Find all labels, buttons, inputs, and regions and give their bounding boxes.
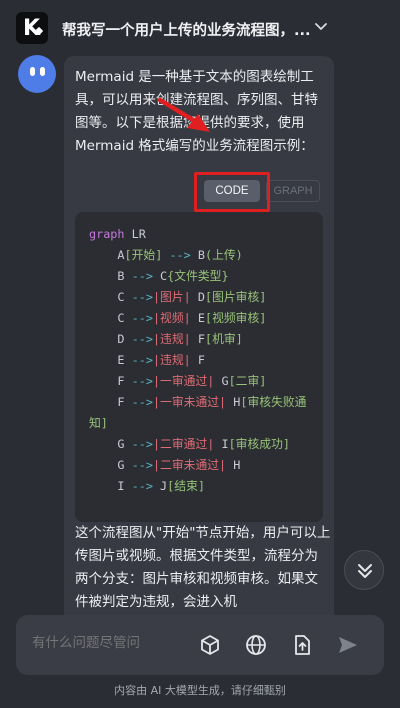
cube-icon[interactable] xyxy=(198,633,222,657)
code-line: F -->|一审通过| G[二审] xyxy=(89,374,267,388)
top-bar: K 帮我写一个用户上传的业务流程图，... xyxy=(0,0,400,56)
code-line: E -->|违规| F xyxy=(89,353,205,367)
code-line: I --> J[结束] xyxy=(89,479,205,493)
code-line: G -->|二审通过| I[审核成功] xyxy=(89,437,290,451)
mermaid-code: graph LR A[开始] --> B(上传) B --> C{文件类型} C… xyxy=(89,224,317,497)
code-line: F -->|一审未通过| H[审核失败通知] xyxy=(89,395,307,430)
scroll-to-bottom-button[interactable] xyxy=(344,550,384,590)
code-block: graph LR A[开始] --> B(上传) B --> C{文件类型} C… xyxy=(75,212,323,522)
code-line: B --> C{文件类型} xyxy=(89,269,229,283)
code-line: C -->|视频| E[视频审核] xyxy=(89,311,267,325)
highlight-box xyxy=(194,172,270,212)
globe-icon[interactable] xyxy=(244,633,268,657)
avatar-right-eye xyxy=(40,67,45,76)
assistant-message: Mermaid 是一种基于文本的图表绘制工具，可以用来创建流程图、序列图、甘特图… xyxy=(64,56,334,626)
upload-file-icon[interactable] xyxy=(290,633,314,657)
chat-input[interactable] xyxy=(32,635,182,651)
send-icon[interactable] xyxy=(336,633,360,657)
code-line: graph LR xyxy=(89,227,146,241)
code-line: A[开始] --> B(上传) xyxy=(89,248,243,262)
chevron-down-icon[interactable] xyxy=(314,22,328,32)
code-line: D -->|违规| F[机审] xyxy=(89,332,243,346)
message-outro-text: 这个流程图从"开始"节点开始，用户可以上传图片或视频。根据文件类型，流程分为两个… xyxy=(75,525,331,610)
app-logo[interactable]: K xyxy=(16,12,48,44)
code-line: G -->|二审未通过| H xyxy=(89,458,241,472)
ai-disclaimer: 内容由 AI 大模型生成，请仔细甄别 xyxy=(114,684,286,697)
message-intro-text: Mermaid 是一种基于文本的图表绘制工具，可以用来创建流程图、序列图、甘特图… xyxy=(75,69,318,154)
code-line: C -->|图片| D[图片审核] xyxy=(89,290,267,304)
avatar-left-eye xyxy=(30,67,35,76)
graph-view-button[interactable]: GRAPH xyxy=(266,180,320,202)
double-chevron-down-icon xyxy=(358,564,372,578)
chat-input-bar xyxy=(16,615,384,675)
assistant-avatar xyxy=(18,55,56,93)
conversation-title[interactable]: 帮我写一个用户上传的业务流程图，... xyxy=(62,19,310,40)
